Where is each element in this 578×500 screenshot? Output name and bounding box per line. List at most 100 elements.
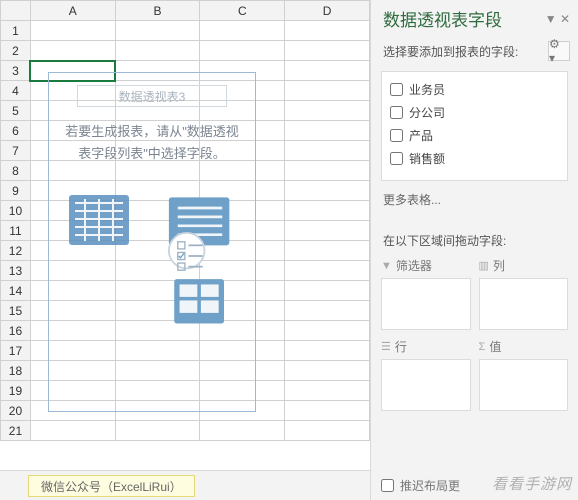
defer-layout-row[interactable]: 推迟布局更 xyxy=(381,477,568,494)
row-header[interactable]: 19 xyxy=(1,381,31,401)
col-header-A[interactable]: A xyxy=(30,1,115,21)
field-checkbox[interactable] xyxy=(390,152,403,165)
select-all-corner[interactable] xyxy=(1,1,31,21)
area-filter-label: 筛选器 xyxy=(396,257,432,274)
row-header[interactable]: 17 xyxy=(1,341,31,361)
row-header[interactable]: 18 xyxy=(1,361,31,381)
spreadsheet-area: A B C D 1 2 3 4 5 6 7 8 9 10 11 12 13 14… xyxy=(0,0,370,470)
field-item[interactable]: 销售额 xyxy=(388,147,561,170)
area-columns[interactable]: ▥列 xyxy=(479,255,569,330)
row-header[interactable]: 20 xyxy=(1,401,31,421)
gear-icon[interactable]: ⚙ ▾ xyxy=(548,41,570,61)
cell[interactable] xyxy=(30,21,115,41)
row-header[interactable]: 8 xyxy=(1,161,31,181)
col-header-D[interactable]: D xyxy=(285,1,370,21)
sheet-tab-active[interactable]: 微信公众号（ExcelLiRui） xyxy=(28,475,195,497)
row-header[interactable]: 7 xyxy=(1,141,31,161)
row-header[interactable]: 2 xyxy=(1,41,31,61)
row-header[interactable]: 16 xyxy=(1,321,31,341)
cell[interactable] xyxy=(285,181,370,201)
pivot-illustration-left xyxy=(65,189,145,339)
row-header[interactable]: 5 xyxy=(1,101,31,121)
area-filter[interactable]: ▼ 筛选器 xyxy=(381,255,471,330)
field-label: 分公司 xyxy=(409,104,445,121)
cell[interactable] xyxy=(285,261,370,281)
cell[interactable] xyxy=(115,21,200,41)
rows-icon: ☰ xyxy=(381,340,391,353)
cell[interactable] xyxy=(285,401,370,421)
defer-layout-checkbox[interactable] xyxy=(381,479,394,492)
defer-layout-label: 推迟布局更 xyxy=(400,477,460,494)
cell[interactable] xyxy=(285,341,370,361)
field-checkbox[interactable] xyxy=(390,129,403,142)
field-item[interactable]: 产品 xyxy=(388,124,561,147)
row-header[interactable]: 15 xyxy=(1,301,31,321)
cell[interactable] xyxy=(285,381,370,401)
pivot-illustration-right xyxy=(160,189,240,339)
cell[interactable] xyxy=(200,421,285,441)
close-icon[interactable]: ▼ ✕ xyxy=(545,12,570,26)
cell[interactable] xyxy=(285,61,370,81)
cell[interactable] xyxy=(285,21,370,41)
col-header-B[interactable]: B xyxy=(115,1,200,21)
area-values-label: 值 xyxy=(489,338,501,355)
cell[interactable] xyxy=(30,421,115,441)
cell[interactable] xyxy=(115,421,200,441)
row-header[interactable]: 14 xyxy=(1,281,31,301)
cell[interactable] xyxy=(200,41,285,61)
field-checkbox[interactable] xyxy=(390,106,403,119)
pivot-placeholder-message: 若要生成报表，请从"数据透视表字段列表"中选择字段。 xyxy=(49,121,255,179)
row-header[interactable]: 4 xyxy=(1,81,31,101)
area-values-dropzone[interactable] xyxy=(479,359,569,411)
more-tables-link[interactable]: 更多表格... xyxy=(371,181,578,224)
cell[interactable] xyxy=(285,281,370,301)
row-header[interactable]: 3 xyxy=(1,61,31,81)
filter-icon: ▼ xyxy=(381,260,392,272)
cell[interactable] xyxy=(285,41,370,61)
pivot-placeholder-illustration xyxy=(49,179,255,349)
field-list: 业务员 分公司 产品 销售额 xyxy=(381,71,568,181)
area-values[interactable]: Σ值 xyxy=(479,336,569,411)
field-label: 业务员 xyxy=(409,81,445,98)
row-header[interactable]: 21 xyxy=(1,421,31,441)
drop-areas: ▼筛选器 ▥列 ☰行 Σ值 xyxy=(371,255,578,411)
cell[interactable] xyxy=(115,41,200,61)
row-header[interactable]: 12 xyxy=(1,241,31,261)
col-header-C[interactable]: C xyxy=(200,1,285,21)
areas-label: 在以下区域间拖动字段: xyxy=(371,224,578,255)
area-filter-dropzone[interactable] xyxy=(381,278,471,330)
pivot-placeholder[interactable]: 数据透视表3 若要生成报表，请从"数据透视表字段列表"中选择字段。 xyxy=(48,72,256,412)
cell[interactable] xyxy=(285,361,370,381)
cell[interactable] xyxy=(30,41,115,61)
area-columns-label: 列 xyxy=(493,257,505,274)
cell[interactable] xyxy=(285,161,370,181)
row-header[interactable]: 11 xyxy=(1,221,31,241)
cell[interactable] xyxy=(200,21,285,41)
pivot-field-pane: 数据透视表字段 ▼ ✕ 选择要添加到报表的字段: ⚙ ▾ 业务员 分公司 产品 … xyxy=(370,0,578,500)
cell[interactable] xyxy=(285,141,370,161)
field-checkbox[interactable] xyxy=(390,83,403,96)
area-rows[interactable]: ☰行 xyxy=(381,336,471,411)
cell[interactable] xyxy=(285,81,370,101)
area-columns-dropzone[interactable] xyxy=(479,278,569,330)
cell[interactable] xyxy=(285,201,370,221)
cell[interactable] xyxy=(285,221,370,241)
area-rows-dropzone[interactable] xyxy=(381,359,471,411)
row-header[interactable]: 1 xyxy=(1,21,31,41)
row-header[interactable]: 9 xyxy=(1,181,31,201)
cell[interactable] xyxy=(285,301,370,321)
row-header[interactable]: 13 xyxy=(1,261,31,281)
cell[interactable] xyxy=(285,101,370,121)
row-header[interactable]: 6 xyxy=(1,121,31,141)
sigma-icon: Σ xyxy=(479,341,486,353)
cell[interactable] xyxy=(285,241,370,261)
field-label: 产品 xyxy=(409,127,433,144)
pane-subtitle: 选择要添加到报表的字段: xyxy=(383,43,518,60)
cell[interactable] xyxy=(285,121,370,141)
row-header[interactable]: 10 xyxy=(1,201,31,221)
field-item[interactable]: 业务员 xyxy=(388,78,561,101)
cell[interactable] xyxy=(285,421,370,441)
cell[interactable] xyxy=(285,321,370,341)
field-item[interactable]: 分公司 xyxy=(388,101,561,124)
columns-icon: ▥ xyxy=(479,259,489,272)
